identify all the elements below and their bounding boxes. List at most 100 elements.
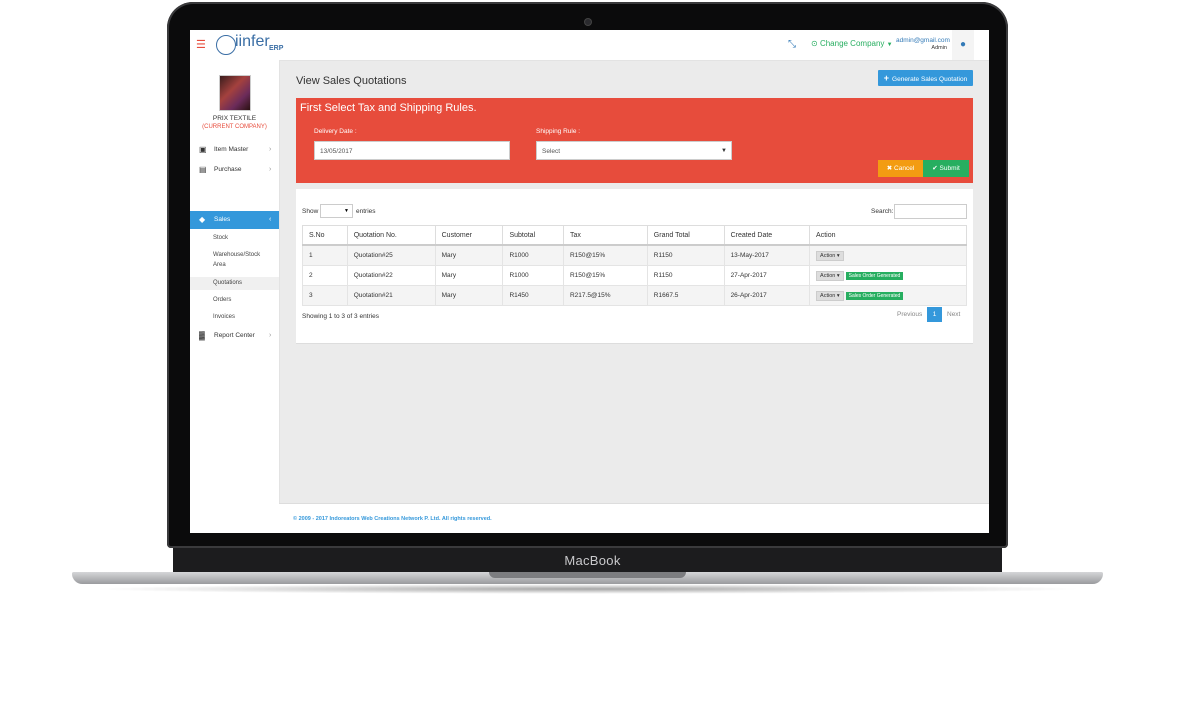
submit-button[interactable]: ✔ Submit — [923, 160, 969, 177]
sidebar-item-label: Sales — [214, 216, 231, 223]
generate-sales-quotation-button[interactable]: + Generate Sales Quotation — [878, 70, 973, 86]
cell-sno: 1 — [302, 244, 348, 266]
column-header-action: Action — [809, 225, 967, 246]
cell-action: Action ▾ — [809, 244, 967, 266]
column-header-tax[interactable]: Tax — [562, 225, 648, 246]
company-name: PRIX TEXTILE — [212, 115, 257, 122]
action-dropdown-button[interactable]: Action ▾ — [816, 270, 844, 281]
cell-sno: 2 — [302, 265, 348, 286]
action-label: Action — [820, 272, 836, 279]
change-company-dropdown[interactable]: ⊙ Change Company ▼ — [811, 39, 893, 48]
cell-customer: Mary — [434, 265, 504, 286]
page-title: View Sales Quotations — [296, 75, 407, 87]
action-label: Action — [820, 292, 836, 299]
plus-icon: + — [883, 73, 890, 83]
column-header-quotation[interactable]: Quotation No. — [346, 225, 436, 246]
delivery-date-input[interactable]: 13/05/2017 — [314, 141, 510, 160]
cell-grand-total: R1667.5 — [646, 285, 725, 306]
column-header-subtotal[interactable]: Subtotal — [502, 225, 564, 246]
user-email[interactable]: admin@gmail.com — [896, 37, 950, 44]
cell-date: 26-Apr-2017 — [723, 285, 811, 306]
sidebar-subitem-warehouse-area[interactable]: Area — [213, 262, 226, 268]
cell-date: 13-May-2017 — [723, 244, 811, 266]
top-bar: ☰ iinfer ERP ⤡ ⊙ Change Company ▼ admin@… — [190, 30, 989, 61]
cancel-button[interactable]: ✖ Cancel — [878, 160, 923, 177]
cell-tax: R150@15% — [562, 265, 648, 286]
quotations-panel: Show ▼ entries Search: S.No Quotation No… — [296, 189, 973, 344]
sidebar: PRIX TEXTILE (CURRENT COMPANY) ▣ Item Ma… — [190, 60, 280, 533]
show-label: Show — [302, 208, 319, 215]
shipping-rule-select[interactable]: Select ▼ — [536, 141, 732, 160]
bar-chart-icon: ▓ — [199, 331, 205, 340]
cell-customer: Mary — [434, 285, 504, 306]
logo[interactable]: iinfer ERP — [216, 33, 286, 57]
sidebar-item-purchase[interactable]: ▤ Purchase › — [190, 161, 279, 179]
cancel-label: Cancel — [894, 165, 915, 172]
submit-label: Submit — [939, 165, 960, 172]
logo-suffix: ERP — [269, 45, 284, 52]
rules-title: First Select Tax and Shipping Rules. — [300, 102, 477, 114]
logo-mark — [216, 35, 236, 55]
status-badge: Sales Order Generated — [845, 291, 904, 300]
company-avatar — [219, 75, 251, 111]
table-row: 1 Quotation#25 Mary R1000 R150@15% R1150… — [302, 244, 967, 266]
column-header-grand-total[interactable]: Grand Total — [646, 225, 725, 246]
delivery-date-label: Delivery Date : — [314, 128, 357, 135]
sidebar-subitem-quotations[interactable]: Quotations — [190, 277, 279, 290]
close-icon: ✖ — [886, 165, 893, 172]
sidebar-item-report-center[interactable]: ▓ Report Center › — [190, 327, 279, 345]
rules-panel: First Select Tax and Shipping Rules. Del… — [296, 98, 973, 183]
entries-select[interactable]: ▼ — [320, 204, 353, 218]
chevron-right-icon: › — [269, 332, 272, 339]
column-header-sno[interactable]: S.No — [302, 225, 348, 246]
sidebar-subitem-warehouse[interactable]: Warehouse/Stock — [213, 252, 260, 258]
cart-icon: ▤ — [199, 165, 207, 174]
sidebar-subitem-invoices[interactable]: Invoices — [213, 314, 235, 320]
table-row: 2 Quotation#22 Mary R1000 R150@15% R1150… — [302, 265, 967, 286]
cell-grand-total: R1150 — [646, 244, 725, 266]
fullscreen-icon[interactable]: ⤡ — [788, 39, 796, 50]
cell-action: Action ▾ Sales Order Generated — [809, 265, 967, 286]
search-label: Search: — [871, 208, 894, 215]
sidebar-subitem-orders[interactable]: Orders — [213, 297, 231, 303]
action-dropdown-button[interactable]: Action ▾ — [816, 290, 844, 301]
table-info: Showing 1 to 3 of 3 entries — [302, 313, 379, 320]
laptop-notch — [489, 572, 686, 578]
cell-subtotal: R1450 — [502, 285, 564, 306]
shipping-rule-value: Select — [542, 148, 561, 155]
status-badge: Sales Order Generated — [845, 271, 904, 280]
sidebar-item-sales[interactable]: ◆ Sales ‹ — [190, 211, 279, 229]
sidebar-item-item-master[interactable]: ▣ Item Master › — [190, 141, 279, 159]
chevron-down-icon: ▼ — [721, 148, 727, 154]
chevron-down-icon: ▼ — [344, 208, 349, 214]
cell-subtotal: R1000 — [502, 244, 564, 266]
screen: ☰ iinfer ERP ⤡ ⊙ Change Company ▼ admin@… — [190, 30, 989, 533]
pagination-page[interactable]: 1 — [927, 307, 942, 322]
action-dropdown-button[interactable]: Action ▾ — [816, 250, 844, 261]
company-status: (CURRENT COMPANY) — [202, 124, 267, 130]
pagination-next[interactable]: Next — [947, 311, 960, 318]
chevron-down-icon: ‹ — [269, 216, 272, 223]
sidebar-item-label: Purchase — [214, 166, 242, 173]
footer-copyright: © 2009 - 2017 Indoreators Web Creations … — [293, 516, 492, 522]
shipping-rule-label: Shipping Rule : — [536, 128, 581, 135]
column-header-created-date[interactable]: Created Date — [723, 225, 811, 246]
column-header-customer[interactable]: Customer — [434, 225, 504, 246]
change-company-label: Change Company — [819, 39, 885, 48]
chevron-right-icon: › — [269, 146, 272, 153]
menu-icon[interactable]: ☰ — [196, 38, 206, 51]
sidebar-subitem-stock[interactable]: Stock — [213, 235, 228, 241]
search-input[interactable] — [894, 204, 967, 219]
sidebar-item-label: Report Center — [214, 332, 255, 339]
company-icon: ⊙ — [811, 39, 818, 48]
action-label: Action — [820, 252, 836, 259]
logo-text: iinfer — [235, 33, 270, 50]
pagination-previous[interactable]: Previous — [897, 311, 922, 318]
user-icon[interactable]: ● — [952, 30, 974, 60]
cell-quotation: Quotation#22 — [346, 265, 436, 286]
sidebar-item-label: Item Master — [214, 146, 249, 153]
footer: © 2009 - 2017 Indoreators Web Creations … — [279, 503, 989, 533]
generate-button-label: Generate Sales Quotation — [892, 76, 968, 83]
table-header-row: S.No Quotation No. Customer Subtotal Tax… — [302, 225, 967, 246]
laptop-shadow — [90, 584, 1085, 594]
